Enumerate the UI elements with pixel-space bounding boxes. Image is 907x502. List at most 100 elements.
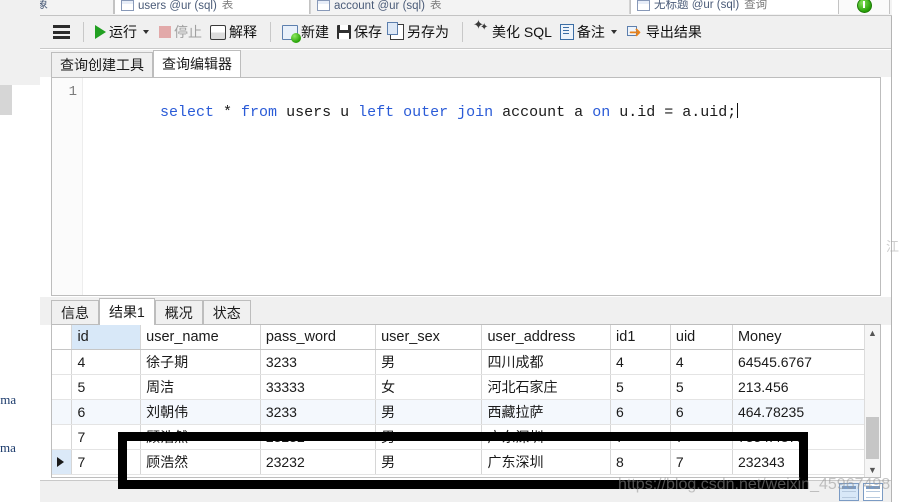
column-header-user-address[interactable]: user_address xyxy=(481,325,612,350)
result-grid[interactable]: id user_name pass_word user_sex user_add… xyxy=(51,324,881,478)
row-selector[interactable] xyxy=(52,399,73,425)
run-button[interactable]: 运行 xyxy=(92,20,154,44)
export-result-button[interactable]: 导出结果 xyxy=(624,20,705,44)
cell-user-name[interactable]: 周洁 xyxy=(140,374,261,400)
column-header-user-name[interactable]: user_name xyxy=(140,325,261,350)
cell-user-address[interactable]: 广东深圳 xyxy=(481,424,612,450)
cell-pass-word[interactable]: 3233 xyxy=(260,349,377,375)
current-row-arrow-icon xyxy=(57,456,64,467)
cell-user-address[interactable]: 广东深圳 xyxy=(481,449,612,475)
menu-button[interactable] xyxy=(50,20,73,44)
document-tab-untitled-query[interactable]: 无标题 @ur (sql) 查询 xyxy=(630,0,868,14)
cell-id[interactable]: 6 xyxy=(71,399,142,425)
cell-money[interactable]: 232343 xyxy=(732,449,867,475)
document-tab-bar: 对象 users @ur (sql) 表 account @ur (sql) 表… xyxy=(40,0,892,16)
tab-status[interactable]: 状态 xyxy=(202,300,251,325)
tab-query-builder[interactable]: 查询创建工具 xyxy=(51,52,153,77)
cell-uid[interactable]: 7 xyxy=(670,424,733,450)
explain-button[interactable]: 解释 xyxy=(207,20,260,44)
document-tab-account[interactable]: account @ur (sql) 表 xyxy=(310,0,630,14)
cell-money[interactable]: 64545.6767 xyxy=(732,349,867,375)
row-selector[interactable] xyxy=(52,424,73,450)
cell-id1[interactable]: 6 xyxy=(610,399,671,425)
cell-user-address[interactable]: 西藏拉萨 xyxy=(481,399,612,425)
cell-user-sex[interactable]: 男 xyxy=(375,399,483,425)
column-header-user-sex[interactable]: user_sex xyxy=(375,325,483,350)
cell-user-name[interactable]: 徐子期 xyxy=(140,349,261,375)
editor-tab-bar: 查询创建工具 查询编辑器 xyxy=(40,50,891,77)
cell-uid[interactable]: 7 xyxy=(670,449,733,475)
row-selector[interactable] xyxy=(52,449,73,475)
cell-uid[interactable]: 4 xyxy=(670,349,733,375)
cell-money[interactable]: 464.78235 xyxy=(732,399,867,425)
export-result-label: 导出结果 xyxy=(645,24,702,40)
tab-info[interactable]: 信息 xyxy=(51,300,99,325)
tab-result-1[interactable]: 结果1 xyxy=(99,298,155,325)
cell-id[interactable]: 7 xyxy=(71,449,142,475)
cell-user-name[interactable]: 顾浩然 xyxy=(140,424,261,450)
row-header-corner[interactable] xyxy=(52,325,73,350)
cell-user-sex[interactable]: 女 xyxy=(375,374,483,400)
cell-money[interactable]: 7354.4879 xyxy=(732,424,867,450)
table-row[interactable]: 5 周洁 33333 女 河北石家庄 5 5 213.456 xyxy=(52,374,867,400)
save-button[interactable]: 保存 xyxy=(334,20,385,44)
cell-id1[interactable]: 4 xyxy=(610,349,671,375)
cell-user-address[interactable]: 河北石家庄 xyxy=(481,374,612,400)
cell-pass-word[interactable]: 23232 xyxy=(260,424,377,450)
cell-user-name[interactable]: 顾浩然 xyxy=(140,449,261,475)
cell-pass-word[interactable]: 33333 xyxy=(260,374,377,400)
beautify-sql-button[interactable]: 美化 SQL xyxy=(471,17,555,44)
column-header-uid[interactable]: uid xyxy=(670,325,733,350)
grid-view-button[interactable] xyxy=(839,483,859,501)
sidebar-scroll-fragment[interactable] xyxy=(0,85,12,115)
cell-id[interactable]: 4 xyxy=(71,349,142,375)
cell-user-sex[interactable]: 男 xyxy=(375,449,483,475)
new-button[interactable]: 新建 xyxy=(279,20,332,44)
chevron-down-icon[interactable] xyxy=(143,30,149,34)
table-row[interactable]: 6 刘朝伟 3233 男 西藏拉萨 6 6 464.78235 xyxy=(52,399,867,425)
form-view-button[interactable] xyxy=(863,483,883,501)
cell-pass-word[interactable]: 23232 xyxy=(260,449,377,475)
column-header-id1[interactable]: id1 xyxy=(610,325,671,350)
editor-gutter: 1 xyxy=(52,78,83,295)
cell-user-sex[interactable]: 男 xyxy=(375,349,483,375)
cell-id1[interactable]: 7 xyxy=(610,424,671,450)
save-as-button[interactable]: 另存为 xyxy=(387,20,452,44)
table-row[interactable]: 7 顾浩然 23232 男 广东深圳 7 7 7354.4879 xyxy=(52,424,867,450)
chevron-down-icon[interactable] xyxy=(610,30,617,34)
cell-user-sex[interactable]: 男 xyxy=(375,424,483,450)
tab-profile[interactable]: 概况 xyxy=(154,300,203,325)
cell-id[interactable]: 7 xyxy=(71,424,142,450)
document-tab-objects[interactable]: 对象 xyxy=(40,0,114,14)
note-button[interactable]: 备注 xyxy=(557,20,622,44)
cell-pass-word[interactable]: 3233 xyxy=(260,399,377,425)
cell-id1[interactable]: 5 xyxy=(610,374,671,400)
scroll-up-arrow-icon[interactable]: ▲ xyxy=(865,325,880,340)
cell-id[interactable]: 5 xyxy=(71,374,142,400)
cell-user-address[interactable]: 四川成都 xyxy=(481,349,612,375)
table-row[interactable]: 4 徐子期 3233 男 四川成都 4 4 64545.6767 xyxy=(52,349,867,375)
cell-uid[interactable]: 6 xyxy=(670,399,733,425)
cell-id1[interactable]: 8 xyxy=(610,449,671,475)
scrollbar-thumb[interactable] xyxy=(866,417,879,459)
column-header-pass-word[interactable]: pass_word xyxy=(260,325,377,350)
sql-editor[interactable]: 1 select * from users u left outer join … xyxy=(51,77,881,296)
explain-icon xyxy=(210,24,226,40)
document-tab-label: 对象 xyxy=(40,0,48,12)
grid-vertical-scrollbar[interactable]: ▲ ▼ xyxy=(864,325,880,477)
row-selector[interactable] xyxy=(52,374,73,400)
sql-code-line[interactable]: select * from users u left outer join ac… xyxy=(88,84,739,141)
connection-status-button[interactable] xyxy=(838,0,890,14)
cell-money[interactable]: 213.456 xyxy=(732,374,867,400)
tab-query-editor[interactable]: 查询编辑器 xyxy=(153,50,241,77)
column-header-id[interactable]: id xyxy=(71,325,142,350)
row-selector[interactable] xyxy=(52,349,73,375)
sql-token: on xyxy=(592,104,611,121)
cell-user-name[interactable]: 刘朝伟 xyxy=(140,399,261,425)
table-row[interactable]: 7 顾浩然 23232 男 广东深圳 8 7 232343 xyxy=(52,449,867,475)
cell-uid[interactable]: 5 xyxy=(670,374,733,400)
scroll-down-arrow-icon[interactable]: ▼ xyxy=(865,462,880,477)
stop-button[interactable]: 停止 xyxy=(156,20,205,44)
column-header-money[interactable]: Money xyxy=(732,325,867,350)
document-tab-users[interactable]: users @ur (sql) 表 xyxy=(114,0,310,14)
